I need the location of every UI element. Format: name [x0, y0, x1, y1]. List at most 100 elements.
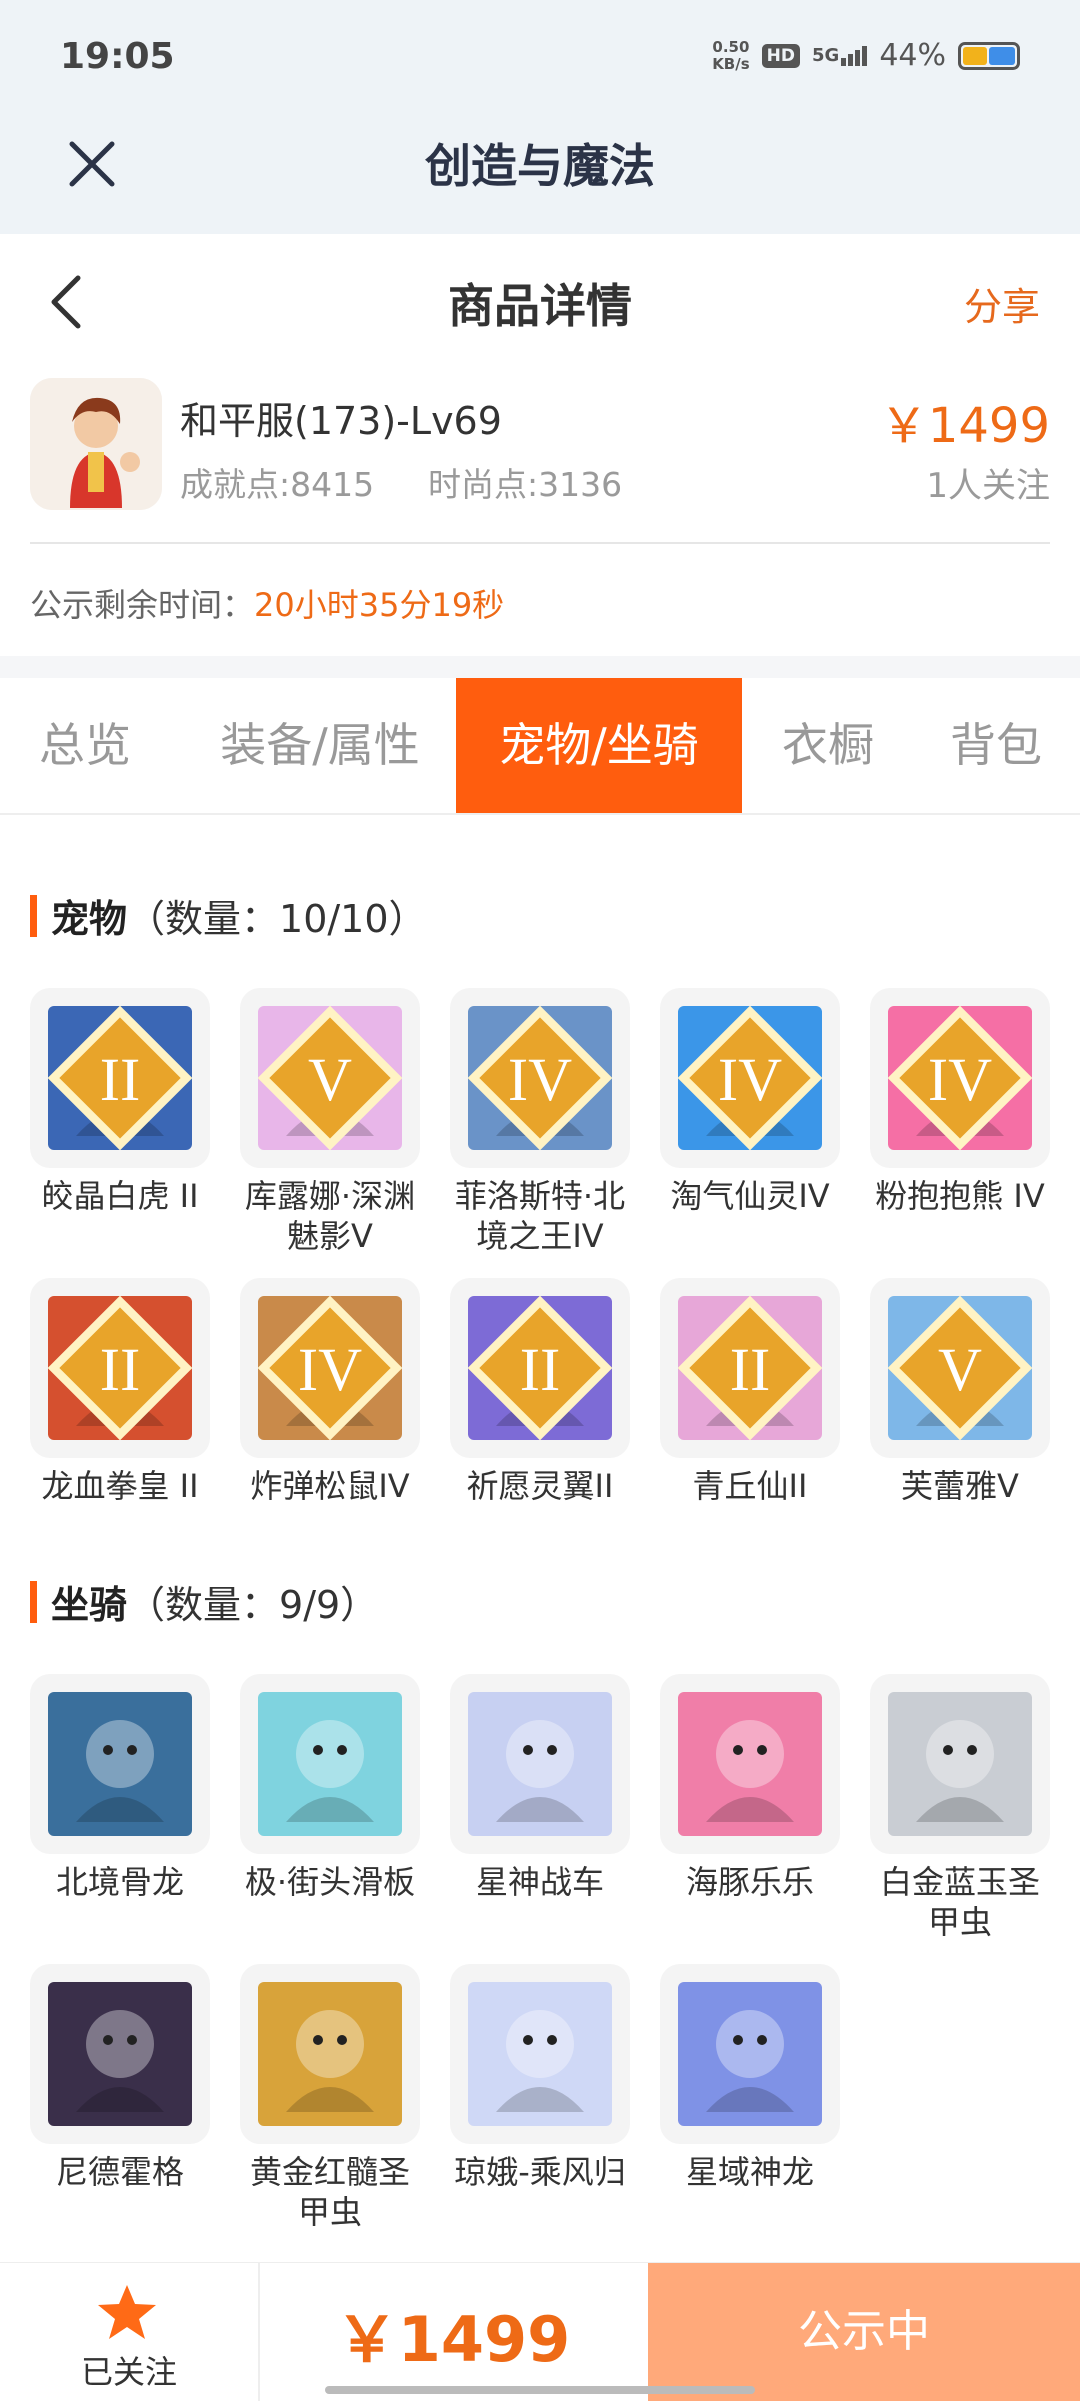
- mount-item[interactable]: 星神战车: [450, 1674, 630, 1902]
- status-time: 19:05: [60, 36, 175, 77]
- tab-backpack[interactable]: 背包: [916, 678, 1076, 813]
- svg-text:II: II: [100, 1337, 141, 1404]
- share-button[interactable]: 分享: [964, 276, 1040, 331]
- fashion-points: 时尚点:3136: [428, 465, 623, 504]
- mount-image: [468, 1982, 612, 2126]
- mount-name: 海豚乐乐: [685, 1863, 814, 1901]
- mount-image: [258, 1982, 402, 2126]
- mount-thumbnail: [30, 1674, 210, 1854]
- bottom-price: ￥1499: [335, 2303, 571, 2376]
- pet-item[interactable]: IV 炸弹松鼠IV: [240, 1278, 420, 1506]
- mount-thumbnail: [240, 1674, 420, 1854]
- pet-item[interactable]: II 青丘仙II: [660, 1278, 840, 1506]
- pet-thumbnail: II: [30, 1278, 210, 1458]
- mount-image: [678, 1692, 822, 1836]
- app-title-bar: 创造与魔法: [0, 118, 1080, 234]
- tab-overview[interactable]: 总览: [0, 678, 170, 813]
- mount-thumbnail: [450, 1674, 630, 1854]
- pet-thumbnail: V: [240, 988, 420, 1168]
- mount-thumbnail: [660, 1674, 840, 1854]
- mount-item[interactable]: 琼娥-乘风归: [450, 1964, 630, 2192]
- app-title: 创造与魔法: [425, 139, 655, 193]
- character-avatar: [30, 378, 162, 510]
- pet-name: 粉抱抱熊 IV: [875, 1177, 1045, 1215]
- mount-item[interactable]: 黄金红髓圣甲虫: [240, 1964, 420, 2232]
- mount-item[interactable]: 海豚乐乐: [660, 1674, 840, 1902]
- mount-name: 琼娥-乘风归: [454, 2153, 626, 2191]
- pet-name: 芙蕾雅V: [901, 1467, 1019, 1505]
- product-price: ￥1499: [879, 398, 1050, 454]
- page-header: 商品详情 分享: [0, 234, 1080, 368]
- svg-text:V: V: [308, 1047, 352, 1114]
- mount-item[interactable]: 尼德霍格: [30, 1964, 210, 2192]
- achievement-points: 成就点:8415: [180, 465, 375, 504]
- pet-item[interactable]: V 芙蕾雅V: [870, 1278, 1050, 1506]
- pet-thumbnail: V: [870, 1278, 1050, 1458]
- status-icons: 0.50 KB/s HD 5G 44%: [712, 38, 1020, 73]
- mount-item[interactable]: 白金蓝玉圣甲虫: [870, 1674, 1050, 1942]
- mount-item[interactable]: 星域神龙: [660, 1964, 840, 2192]
- pet-item[interactable]: IV 淘气仙灵IV: [660, 988, 840, 1216]
- rank-badge-icon: II: [48, 1006, 192, 1150]
- countdown-label: 公示剩余时间：: [30, 586, 255, 624]
- publicity-countdown: 公示剩余时间：20小时35分19秒: [30, 580, 504, 626]
- tab-equipment[interactable]: 装备/属性: [190, 678, 450, 813]
- mount-image: [48, 1982, 192, 2126]
- tab-wardrobe[interactable]: 衣橱: [750, 678, 906, 813]
- product-name: 和平服(173)-Lv69: [180, 399, 502, 443]
- follower-count: 1人关注: [926, 466, 1050, 506]
- countdown-value: 20小时35分19秒: [254, 586, 505, 624]
- section-marker: [30, 894, 37, 937]
- pet-item[interactable]: II 皎晶白虎 II: [30, 988, 210, 1216]
- rank-badge-icon: II: [48, 1296, 192, 1440]
- follow-button[interactable]: 已关注: [0, 2263, 260, 2401]
- svg-text:IV: IV: [508, 1047, 572, 1114]
- pet-item[interactable]: IV 粉抱抱熊 IV: [870, 988, 1050, 1216]
- pet-item[interactable]: IV 菲洛斯特·北境之王IV: [450, 988, 630, 1256]
- character-icon: [30, 378, 162, 510]
- tab-pets-mounts[interactable]: 宠物/坐骑: [456, 678, 742, 813]
- pet-name: 青丘仙II: [692, 1467, 808, 1505]
- rank-badge-icon: IV: [888, 1006, 1032, 1150]
- rank-badge-icon: II: [678, 1296, 822, 1440]
- network-speed: 0.50 KB/s: [712, 37, 750, 73]
- publicity-status-button[interactable]: 公示中: [648, 2263, 1080, 2401]
- hd-icon: HD: [761, 43, 800, 68]
- section-gap: [0, 656, 1080, 678]
- rank-badge-icon: IV: [678, 1006, 822, 1150]
- pet-thumbnail: IV: [870, 988, 1050, 1168]
- svg-text:II: II: [100, 1047, 141, 1114]
- pets-section-title: 宠物 （数量：10/10）: [30, 888, 427, 943]
- section-marker: [30, 1580, 37, 1623]
- follow-label: 已关注: [80, 2353, 177, 2391]
- pet-name: 淘气仙灵IV: [670, 1177, 830, 1215]
- mount-name: 北境骨龙: [55, 1863, 184, 1901]
- pet-thumbnail: II: [660, 1278, 840, 1458]
- mount-name: 极·街头滑板: [244, 1863, 416, 1901]
- mount-image: [678, 1982, 822, 2126]
- star-icon: [98, 2285, 156, 2339]
- pet-item[interactable]: V 库露娜·深渊魅影V: [240, 988, 420, 1256]
- pet-item[interactable]: II 龙血拳皇 II: [30, 1278, 210, 1506]
- rank-badge-icon: IV: [468, 1006, 612, 1150]
- pet-name: 龙血拳皇 II: [41, 1467, 199, 1505]
- mounts-section-title: 坐骑 （数量：9/9）: [30, 1574, 378, 1629]
- svg-text:V: V: [938, 1337, 982, 1404]
- pet-thumbnail: IV: [660, 988, 840, 1168]
- rank-badge-icon: IV: [258, 1296, 402, 1440]
- svg-text:II: II: [730, 1337, 771, 1404]
- pet-name: 库露娜·深渊魅影V: [244, 1177, 416, 1255]
- pet-thumbnail: II: [450, 1278, 630, 1458]
- rank-badge-icon: V: [888, 1296, 1032, 1440]
- mount-item[interactable]: 北境骨龙: [30, 1674, 210, 1902]
- mount-item[interactable]: 极·街头滑板: [240, 1674, 420, 1902]
- status-bar: 19:05 0.50 KB/s HD 5G 44%: [0, 0, 1080, 118]
- mount-image: [888, 1692, 1032, 1836]
- mount-name: 黄金红髓圣甲虫: [249, 2153, 410, 2231]
- mount-name: 白金蓝玉圣甲虫: [879, 1863, 1040, 1941]
- svg-text:IV: IV: [298, 1337, 362, 1404]
- product-summary: 和平服(173)-Lv69 成就点:8415 时尚点:3136 ￥1499 1人…: [0, 368, 1080, 543]
- mount-name: 星域神龙: [685, 2153, 814, 2191]
- svg-text:IV: IV: [718, 1047, 782, 1114]
- pet-item[interactable]: II 祈愿灵翼II: [450, 1278, 630, 1506]
